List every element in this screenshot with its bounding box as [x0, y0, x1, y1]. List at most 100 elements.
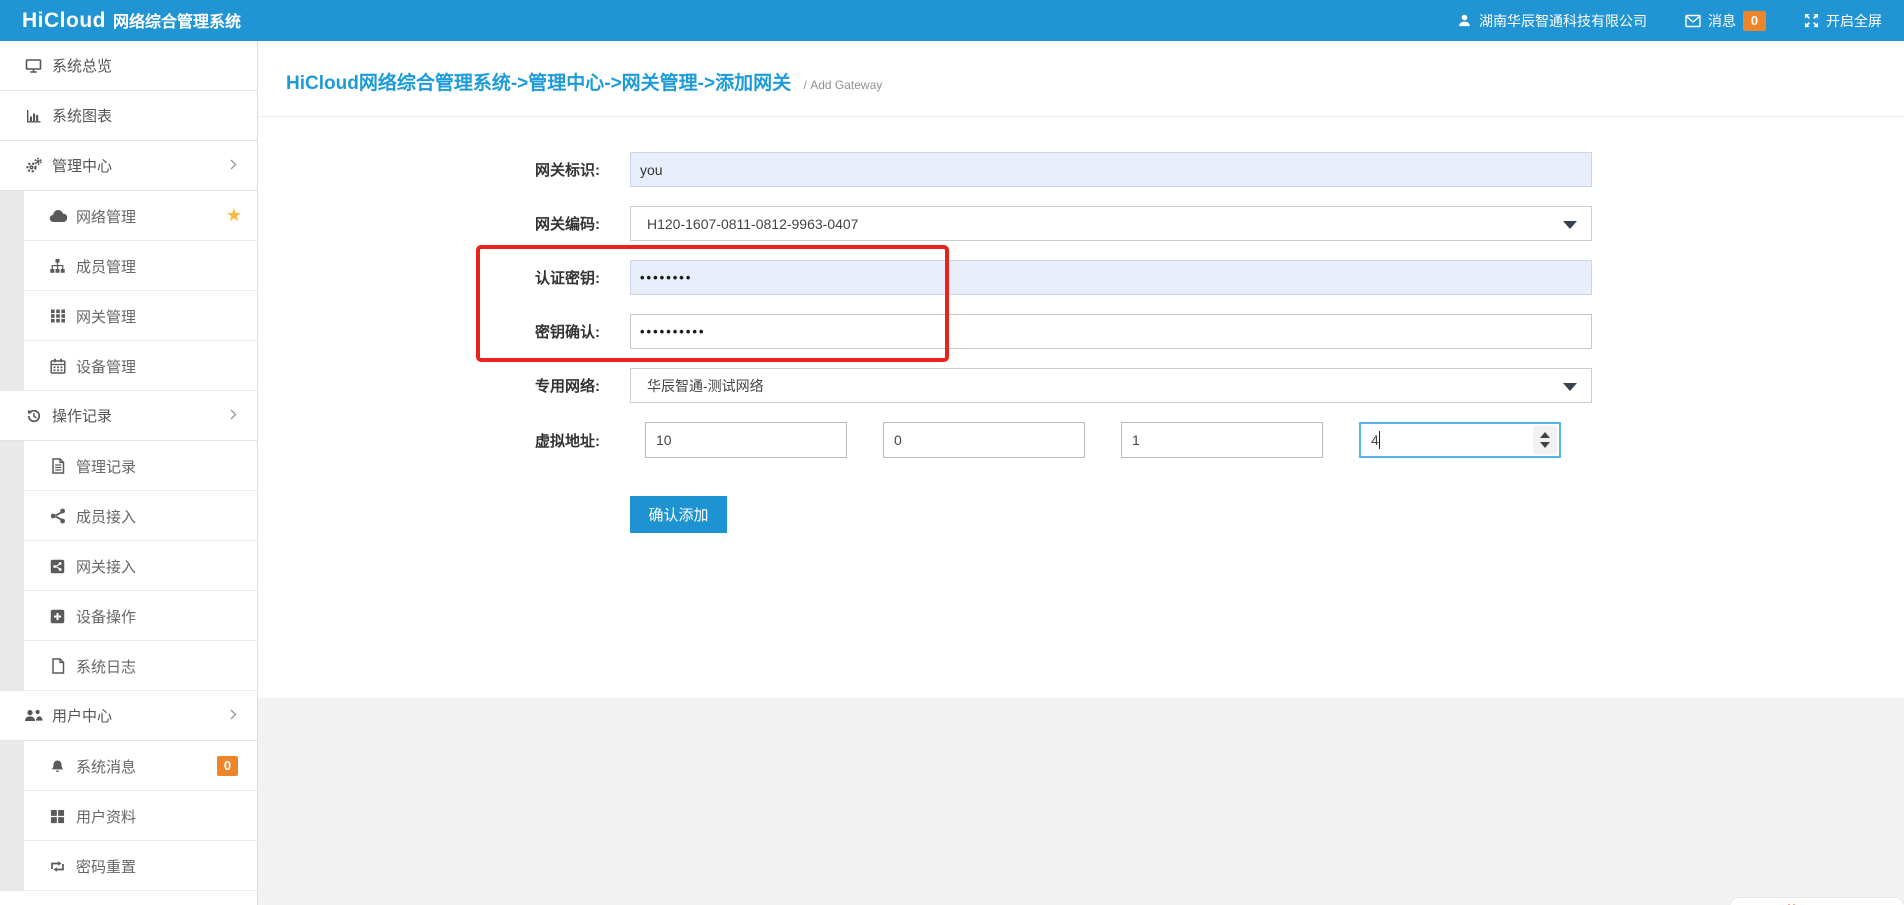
sidebar-item-operation-records[interactable]: 操作记录	[0, 391, 257, 441]
virtual-address-octet-1[interactable]	[645, 422, 847, 458]
key-confirm-input[interactable]	[630, 314, 1592, 349]
breadcrumb: HiCloud网络综合管理系统->管理中心->网关管理->添加网关	[286, 73, 791, 94]
grid-icon	[48, 308, 67, 325]
sidebar-item-admin-records[interactable]: 管理记录	[0, 441, 257, 491]
sitemap-icon	[48, 258, 67, 275]
app-logo: HiCloud 网络综合管理系统	[22, 8, 241, 33]
sidebar-item-network-mgmt[interactable]: 网络管理 ★	[0, 191, 257, 241]
sidebar-item-label: 设备管理	[76, 356, 136, 377]
breadcrumb-bar: HiCloud网络综合管理系统->管理中心->网关管理->添加网关 / Add …	[258, 41, 1904, 117]
sidebar-item-label: 管理记录	[76, 456, 136, 477]
sidebar-item-label: 系统日志	[76, 656, 136, 677]
share-icon	[48, 508, 67, 525]
messages-menu[interactable]: 消息 0	[1685, 11, 1766, 31]
form-row-key-confirm: 密钥确认:	[258, 314, 1904, 349]
sidebar-item-user-center[interactable]: 用户中心	[0, 691, 257, 741]
plus-square-icon	[48, 608, 67, 625]
notification-badge: 0	[217, 756, 238, 776]
form-row-gateway-id: 网关标识:	[258, 152, 1904, 187]
gateway-code-label: 网关编码:	[258, 213, 600, 234]
envelope-icon	[1685, 14, 1701, 28]
bar-chart-icon	[24, 107, 43, 124]
form-row-virtual-address: 虚拟地址:	[258, 422, 1904, 458]
chevron-right-icon	[230, 407, 237, 425]
user-icon	[1457, 13, 1472, 28]
sidebar-item-label: 系统图表	[52, 105, 112, 126]
messages-count-badge: 0	[1743, 11, 1766, 31]
main-content: HiCloud网络综合管理系统->管理中心->网关管理->添加网关 / Add …	[258, 41, 1904, 698]
gateway-code-value: H120-1607-0811-0812-9963-0407	[647, 216, 858, 232]
sidebar-item-device-operation[interactable]: 设备操作	[0, 591, 257, 641]
fullscreen-toggle[interactable]: 开启全屏	[1804, 11, 1882, 31]
spinner-down-icon[interactable]	[1540, 442, 1550, 448]
sidebar-item-system-messages[interactable]: 系统消息 0	[0, 741, 257, 791]
sidebar-item-gateway-access[interactable]: 网关接入	[0, 541, 257, 591]
gateway-code-select[interactable]: H120-1607-0811-0812-9963-0407	[630, 206, 1592, 241]
floating-widget[interactable]	[1729, 897, 1904, 905]
sidebar-nav: 系统总览 系统图表 管理中心 网络管理 ★ 成员管理 网关管理	[0, 41, 258, 905]
sidebar-item-label: 网络管理	[76, 206, 136, 227]
virtual-address-octet-2[interactable]	[883, 422, 1085, 458]
private-network-select[interactable]: 华辰智通-测试网络	[630, 368, 1592, 403]
chevron-right-icon	[230, 707, 237, 725]
bell-icon	[48, 758, 67, 775]
sidebar-item-gateway-mgmt[interactable]: 网关管理	[0, 291, 257, 341]
number-spinner[interactable]	[1533, 426, 1557, 454]
star-icon[interactable]: ★	[226, 205, 242, 226]
virtual-address-octet-4[interactable]	[1359, 422, 1561, 458]
sidebar-item-system-overview[interactable]: 系统总览	[0, 41, 257, 91]
messages-label: 消息	[1708, 11, 1736, 31]
cloud-icon	[48, 208, 67, 225]
sidebar-item-user-profile[interactable]: 用户资料	[0, 791, 257, 841]
sidebar-item-label: 管理中心	[52, 155, 112, 176]
file-icon	[48, 658, 67, 675]
fullscreen-icon	[1804, 13, 1819, 28]
form-row-private-network: 专用网络: 华辰智通-测试网络	[258, 368, 1904, 403]
gears-icon	[24, 157, 43, 174]
dropdown-caret-icon	[1563, 221, 1577, 229]
confirm-add-button[interactable]: 确认添加	[630, 496, 727, 533]
sidebar-item-label: 网关管理	[76, 306, 136, 327]
add-gateway-form: 网关标识: 网关编码: H120-1607-0811-0812-9963-040…	[258, 152, 1904, 533]
sidebar-item-member-mgmt[interactable]: 成员管理	[0, 241, 257, 291]
gateway-id-input[interactable]	[630, 152, 1592, 187]
text-cursor	[1379, 431, 1380, 449]
auth-key-input[interactable]	[630, 260, 1592, 295]
calendar-icon	[48, 358, 67, 375]
sidebar-item-label: 密码重置	[76, 856, 136, 877]
sidebar-item-admin-center[interactable]: 管理中心	[0, 141, 257, 191]
private-network-value: 华辰智通-测试网络	[647, 376, 764, 396]
sidebar-item-label: 用户中心	[52, 705, 112, 726]
sidebar-item-label: 网关接入	[76, 556, 136, 577]
account-menu[interactable]: 湖南华辰智通科技有限公司	[1457, 11, 1647, 31]
top-bar: HiCloud 网络综合管理系统 湖南华辰智通科技有限公司 消息 0	[0, 0, 1904, 41]
company-name: 湖南华辰智通科技有限公司	[1479, 11, 1647, 31]
auth-key-label: 认证密钥:	[258, 267, 600, 288]
file-text-icon	[48, 458, 67, 475]
private-network-label: 专用网络:	[258, 375, 600, 396]
sidebar-item-label: 操作记录	[52, 405, 112, 426]
brand-suffix: 网络综合管理系统	[113, 8, 241, 32]
virtual-address-octet-3[interactable]	[1121, 422, 1323, 458]
sidebar-item-member-access[interactable]: 成员接入	[0, 491, 257, 541]
gateway-id-label: 网关标识:	[258, 159, 600, 180]
sidebar-item-password-reset[interactable]: 密码重置	[0, 841, 257, 891]
th-large-icon	[48, 808, 67, 825]
sidebar-item-label: 系统消息	[76, 756, 136, 777]
sidebar-item-label: 设备操作	[76, 606, 136, 627]
spinner-up-icon[interactable]	[1540, 432, 1550, 438]
form-row-gateway-code: 网关编码: H120-1607-0811-0812-9963-0407	[258, 206, 1904, 241]
brand-name: HiCloud	[22, 9, 106, 33]
sidebar-item-system-charts[interactable]: 系统图表	[0, 91, 257, 141]
sidebar-item-label: 成员管理	[76, 256, 136, 277]
fullscreen-label: 开启全屏	[1826, 11, 1882, 31]
history-icon	[24, 407, 43, 424]
form-row-auth-key: 认证密钥:	[258, 260, 1904, 295]
users-icon	[24, 707, 43, 724]
dropdown-caret-icon	[1563, 383, 1577, 391]
sidebar-item-device-mgmt[interactable]: 设备管理	[0, 341, 257, 391]
chevron-right-icon	[230, 157, 237, 175]
share-square-icon	[48, 558, 67, 575]
sidebar-item-system-log[interactable]: 系统日志	[0, 641, 257, 691]
desktop-icon	[24, 57, 43, 74]
